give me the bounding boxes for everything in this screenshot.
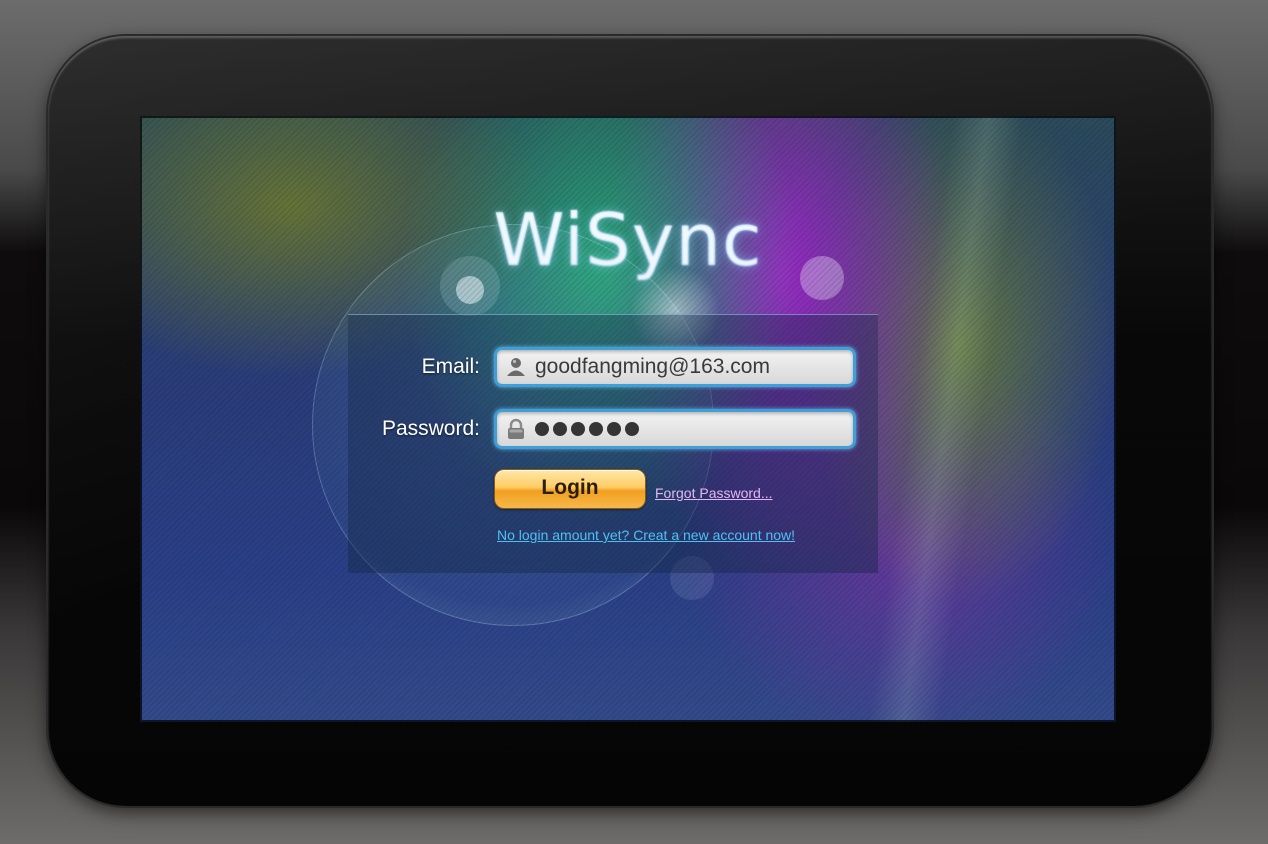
login-button[interactable]: Login [494, 469, 646, 509]
password-mask-dot [589, 422, 603, 436]
password-mask [535, 419, 639, 436]
password-mask-dot [535, 422, 549, 436]
login-screen: WiSync Email: goodfangming@163.com Passw… [140, 116, 1116, 722]
lock-icon [505, 418, 527, 440]
password-mask-dot [607, 422, 621, 436]
email-field[interactable]: goodfangming@163.com [494, 347, 856, 387]
password-mask-dot [625, 422, 639, 436]
email-row: Email: goodfangming@163.com [348, 347, 878, 387]
user-icon [505, 356, 527, 378]
email-value: goodfangming@163.com [535, 355, 770, 378]
password-label: Password: [381, 417, 480, 440]
email-label: Email: [421, 355, 480, 378]
password-mask-dot [571, 422, 585, 436]
password-row: Password: [348, 409, 878, 449]
forgot-password-link[interactable]: Forgot Password... [655, 485, 773, 501]
password-field[interactable] [494, 409, 856, 449]
login-panel: Email: goodfangming@163.com Password: Lo… [348, 314, 878, 573]
create-account-link[interactable]: No login amount yet? Creat a new account… [497, 527, 795, 543]
app-logo: WiSync [140, 198, 1116, 282]
password-mask-dot [553, 422, 567, 436]
